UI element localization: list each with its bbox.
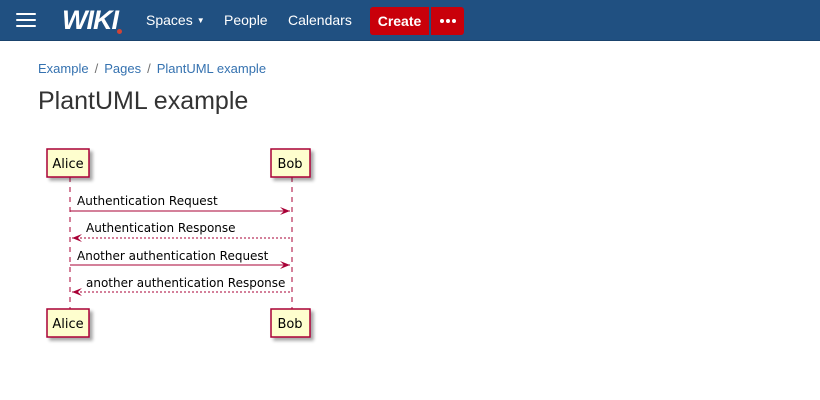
wiki-logo[interactable]: WIKI	[62, 2, 122, 38]
message-4: another authentication Response	[72, 276, 292, 296]
message-1: Authentication Request	[70, 194, 290, 215]
chevron-down-icon: ▼	[196, 16, 205, 25]
breadcrumb-separator: /	[94, 61, 99, 76]
breadcrumb-item-pages[interactable]: Pages	[104, 61, 141, 76]
message-2: Authentication Response	[72, 221, 292, 242]
message-label: another authentication Response	[86, 276, 285, 290]
nav-calendars[interactable]: Calendars	[288, 0, 352, 41]
participant-alice-top: Alice	[46, 148, 90, 178]
breadcrumb: Example / Pages / PlantUML example	[38, 61, 266, 76]
participant-label: Bob	[277, 157, 302, 172]
logo-dot	[117, 29, 122, 34]
participant-alice-bottom: Alice	[46, 308, 90, 338]
sequence-diagram: Alice Bob Alice Bob Authentication Reque…	[46, 148, 311, 338]
message-3: Another authentication Request	[70, 249, 290, 269]
hamburger-menu-icon[interactable]	[16, 13, 36, 29]
participant-bob-top: Bob	[270, 148, 311, 178]
logo-text: WIKI	[62, 5, 119, 35]
nav-people[interactable]: People	[224, 0, 268, 41]
breadcrumb-item-example[interactable]: Example	[38, 61, 89, 76]
participant-label: Bob	[277, 317, 302, 332]
message-label: Another authentication Request	[77, 249, 269, 263]
more-options-icon[interactable]	[431, 7, 464, 35]
page-title: PlantUML example	[38, 87, 249, 115]
participant-label: Alice	[52, 157, 83, 172]
nav-spaces-label: Spaces	[146, 12, 193, 28]
message-label: Authentication Request	[77, 194, 218, 208]
top-navigation-bar: WIKI Spaces ▼ People Calendars Create	[0, 0, 820, 41]
nav-spaces[interactable]: Spaces ▼	[146, 0, 205, 41]
breadcrumb-separator: /	[147, 61, 151, 76]
participant-label: Alice	[52, 317, 83, 332]
participant-bob-bottom: Bob	[270, 308, 311, 338]
create-button[interactable]: Create	[370, 7, 429, 35]
message-label: Authentication Response	[86, 221, 236, 235]
breadcrumb-item-plantuml-example[interactable]: PlantUML example	[157, 61, 266, 76]
